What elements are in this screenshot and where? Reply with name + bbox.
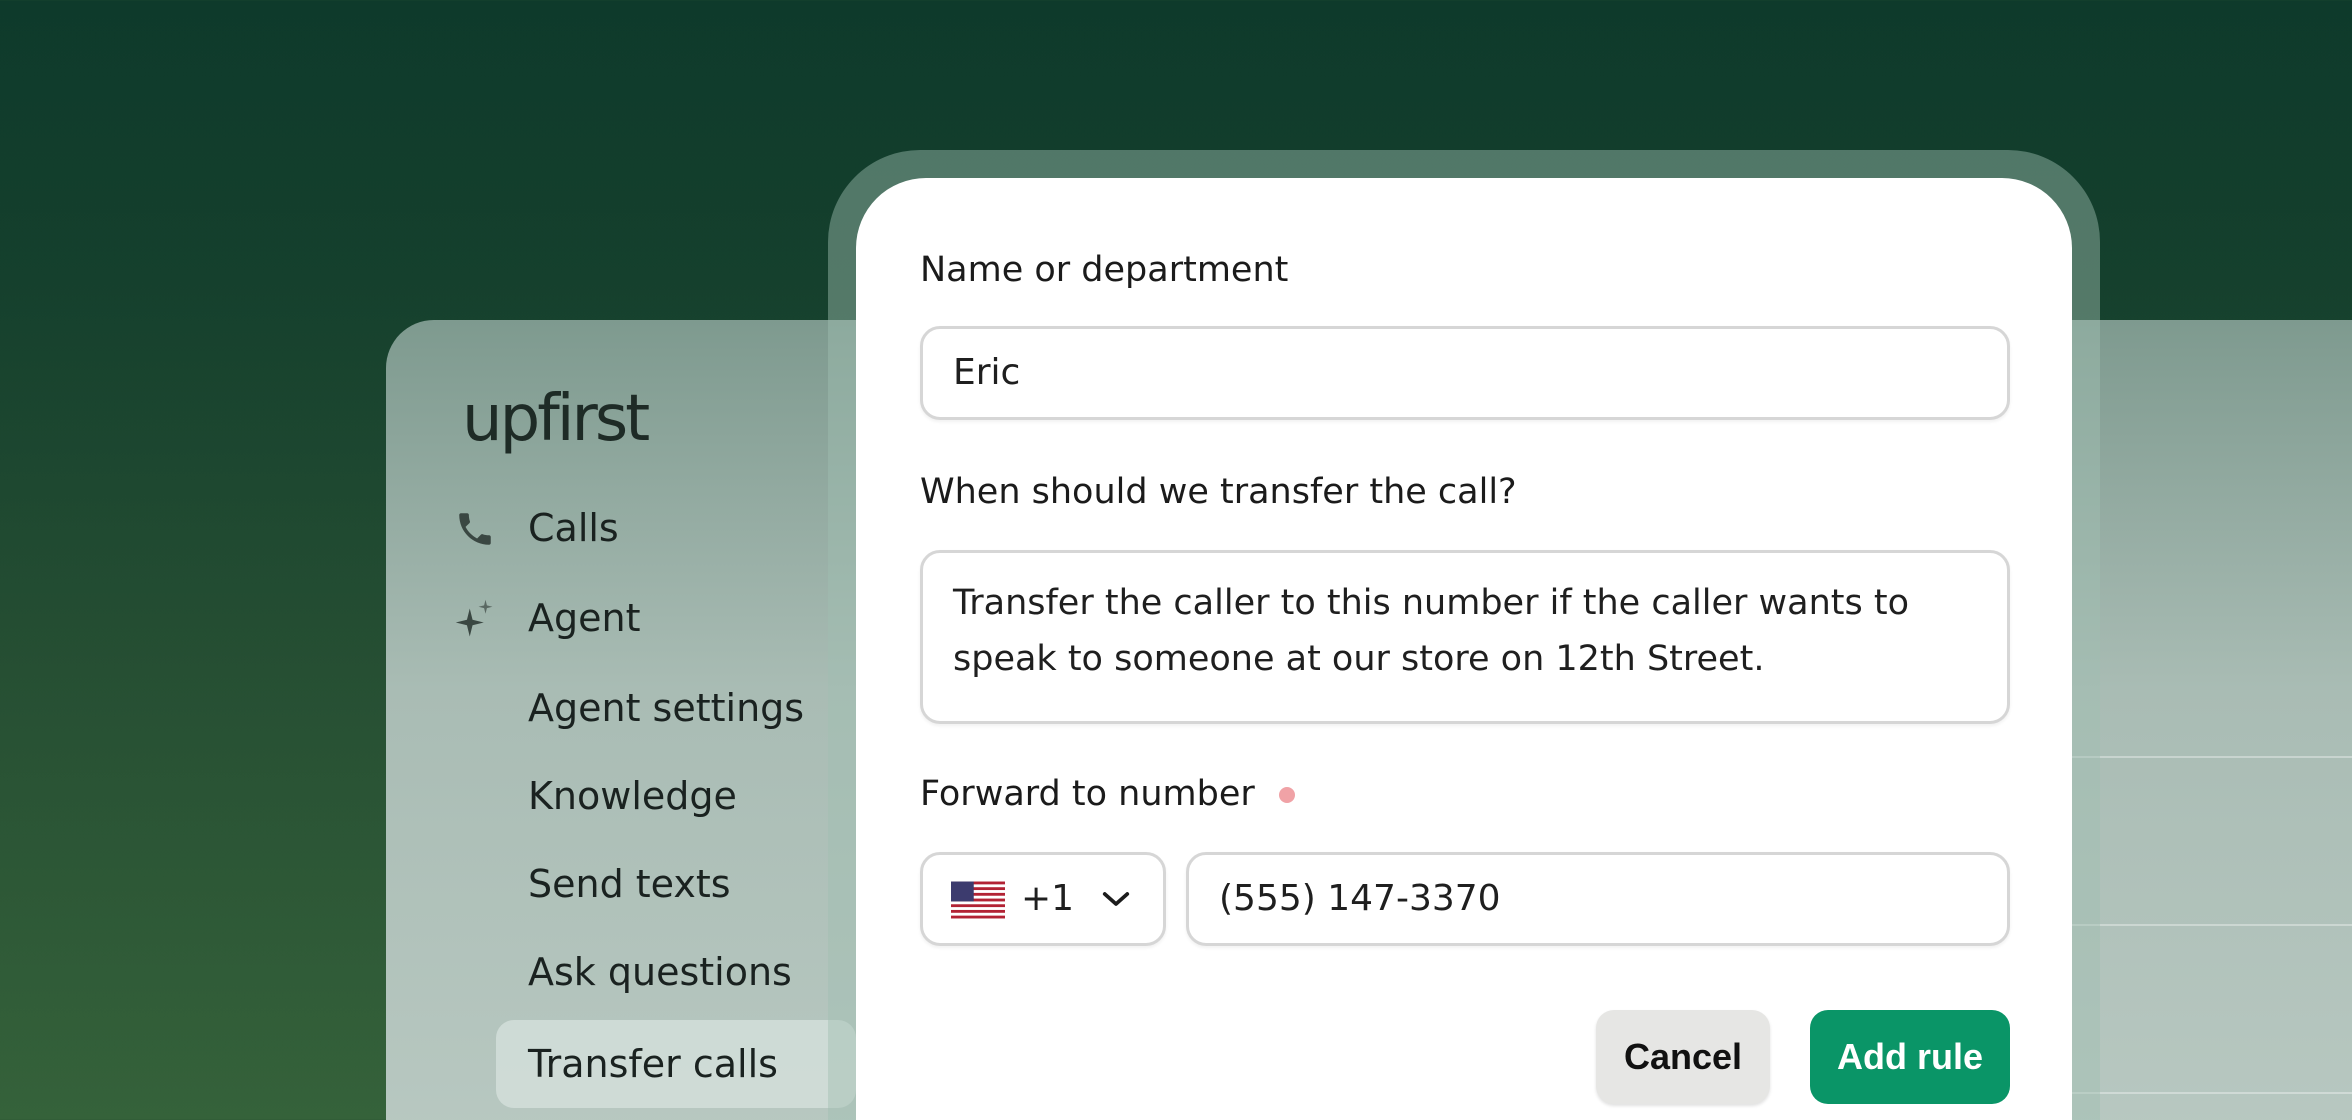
row-divider	[2066, 924, 2352, 926]
phone-number-value: (555) 147-3370	[1219, 878, 1501, 919]
cancel-button[interactable]: Cancel	[1596, 1010, 1770, 1104]
name-input[interactable]: Eric	[920, 326, 2010, 420]
chevron-down-icon	[1102, 892, 1130, 906]
upfirst-logo: upfirst	[462, 382, 650, 456]
when-label: When should we transfer the call?	[920, 472, 1517, 512]
add-rule-button[interactable]: Add rule	[1810, 1010, 2010, 1104]
sidebar-item-knowledge[interactable]: Knowledge	[528, 774, 737, 818]
sparkle-icon	[455, 599, 493, 637]
sidebar-item-ask-questions[interactable]: Ask questions	[528, 950, 792, 994]
required-indicator	[1278, 787, 1295, 803]
transfer-rule-modal: Name or department Eric When should we t…	[856, 178, 2072, 1120]
sidebar-item-transfer-calls[interactable]: Transfer calls	[496, 1020, 856, 1108]
country-code-select[interactable]: +1	[920, 852, 1166, 946]
row-divider	[2066, 1092, 2352, 1094]
name-input-value: Eric	[953, 352, 1021, 393]
row-divider	[2066, 756, 2352, 758]
forward-label-text: Forward to number	[920, 774, 1255, 814]
country-code-value: +1	[1021, 878, 1075, 919]
name-label: Name or department	[920, 250, 1289, 290]
when-textarea[interactable]: Transfer the caller to this number if th…	[920, 550, 2010, 724]
sidebar-item-calls[interactable]: Calls	[528, 506, 619, 550]
sidebar-item-agent[interactable]: Agent	[528, 596, 640, 640]
us-flag-icon	[951, 881, 1005, 919]
when-textarea-value: Transfer the caller to this number if th…	[953, 583, 1909, 679]
sidebar-item-send-texts[interactable]: Send texts	[528, 862, 731, 906]
sidebar-item-agent-settings[interactable]: Agent settings	[528, 686, 804, 730]
phone-icon	[459, 513, 491, 545]
phone-number-input[interactable]: (555) 147-3370	[1186, 852, 2010, 946]
forward-label: Forward to number	[920, 774, 1295, 814]
